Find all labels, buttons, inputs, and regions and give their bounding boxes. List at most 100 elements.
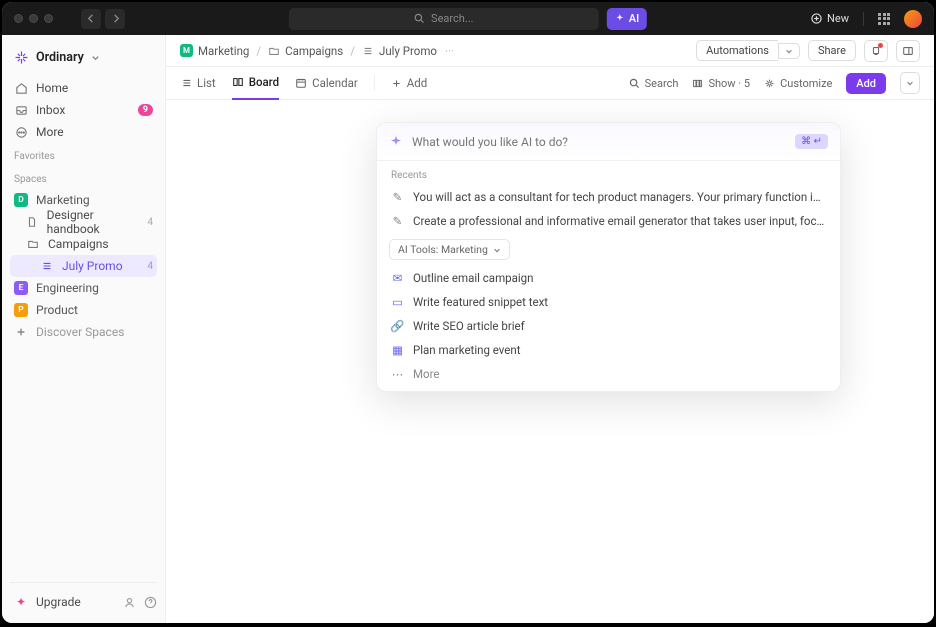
crumb-july-promo[interactable]: July Promo xyxy=(362,44,437,58)
tool-plan-event[interactable]: ▦Plan marketing event xyxy=(377,338,840,362)
spaces-heading: Spaces xyxy=(10,166,157,189)
recent-item-1[interactable]: ✎You will act as a consultant for tech p… xyxy=(377,185,840,209)
sidebar-inbox[interactable]: Inbox 9 xyxy=(10,99,157,121)
plus-circle-icon xyxy=(811,13,822,24)
add-view[interactable]: Add xyxy=(391,76,427,90)
sidebar-campaigns[interactable]: Campaigns xyxy=(10,233,157,255)
view-bar: List Board Calendar Add Search Show xyxy=(166,67,934,100)
inbox-badge: 9 xyxy=(138,104,153,116)
share-button[interactable]: Share xyxy=(808,40,856,61)
sparkle-icon xyxy=(389,135,403,149)
customize-button[interactable]: Customize xyxy=(764,77,832,90)
sidebar: Ordinary Home Inbox 9 More Favorites Spa… xyxy=(2,35,166,623)
workspace-logo-icon xyxy=(14,50,29,65)
notification-dot xyxy=(878,43,883,48)
show-columns[interactable]: Show · 5 xyxy=(692,77,750,90)
sidebar-home[interactable]: Home xyxy=(10,77,157,99)
crumb-campaigns[interactable]: Campaigns xyxy=(268,44,343,58)
help-icon[interactable] xyxy=(144,596,157,609)
columns-icon xyxy=(692,78,703,89)
discover-spaces[interactable]: Discover Spaces xyxy=(10,321,157,343)
plus-icon xyxy=(15,326,27,338)
search-icon xyxy=(629,78,640,89)
recent-item-2[interactable]: ✎Create a professional and informative e… xyxy=(377,209,840,233)
view-calendar[interactable]: Calendar xyxy=(295,76,358,90)
user-icon[interactable] xyxy=(123,596,136,609)
titlebar: Search... AI New xyxy=(2,2,934,35)
mail-icon: ✉ xyxy=(391,271,404,285)
gear-icon xyxy=(764,78,775,89)
view-board[interactable]: Board xyxy=(232,67,279,100)
nav-back[interactable] xyxy=(81,9,101,29)
panel-toggle[interactable] xyxy=(896,40,920,62)
search-input[interactable]: Search... xyxy=(289,8,599,30)
workspace-switcher[interactable]: Ordinary xyxy=(10,45,157,69)
plus-icon xyxy=(391,78,402,89)
automations-dropdown[interactable] xyxy=(778,43,800,59)
search-placeholder: Search... xyxy=(431,12,474,25)
ai-prompt-input[interactable] xyxy=(412,135,786,149)
ai-panel: ⌘ ↵ Recents ✎You will act as a consultan… xyxy=(376,122,841,392)
calendar-view-icon xyxy=(295,77,307,89)
breadcrumb-bar: M Marketing / Campaigns / July Promo ···… xyxy=(166,35,934,67)
inbox-icon xyxy=(15,104,28,117)
product-space-icon: P xyxy=(14,303,28,317)
automations-button[interactable]: Automations xyxy=(696,40,778,61)
add-dropdown[interactable] xyxy=(900,72,920,94)
space-engineering[interactable]: E Engineering xyxy=(10,277,157,299)
sidebar-july-promo[interactable]: July Promo 4 xyxy=(10,255,157,277)
marketing-icon: M xyxy=(180,44,193,57)
ai-button[interactable]: AI xyxy=(607,8,647,30)
ai-input-row: ⌘ ↵ xyxy=(377,123,840,161)
shortcut-hint: ⌘ ↵ xyxy=(795,134,828,149)
tool-seo-brief[interactable]: 🔗Write SEO article brief xyxy=(377,314,840,338)
pencil-icon: ✎ xyxy=(391,214,404,228)
more-tools[interactable]: ⋯More xyxy=(377,362,840,391)
board-view-icon xyxy=(232,76,244,88)
view-list[interactable]: List xyxy=(180,76,216,90)
window-controls xyxy=(14,14,53,23)
nav-forward[interactable] xyxy=(105,9,125,29)
sidebar-designer-handbook[interactable]: Designer handbook 4 xyxy=(10,211,157,233)
min-dot[interactable] xyxy=(29,14,38,23)
home-icon xyxy=(15,82,28,95)
folder-icon xyxy=(268,45,280,57)
doc-icon xyxy=(26,216,38,228)
sidebar-icon xyxy=(902,45,914,57)
chevron-down-icon xyxy=(906,79,914,87)
upgrade-button[interactable]: ✦ Upgrade xyxy=(10,591,115,613)
new-button[interactable]: New xyxy=(811,12,849,25)
search-view[interactable]: Search xyxy=(629,77,679,90)
search-icon xyxy=(414,13,425,24)
tool-featured-snippet[interactable]: ▭Write featured snippet text xyxy=(377,290,840,314)
more-icon xyxy=(15,126,28,139)
marketing-space-icon: D xyxy=(14,193,28,207)
pencil-icon: ✎ xyxy=(391,190,404,204)
engineering-space-icon: E xyxy=(14,281,28,295)
more-icon[interactable]: ··· xyxy=(445,44,454,58)
sidebar-more[interactable]: More xyxy=(10,121,157,143)
crumb-marketing[interactable]: M Marketing xyxy=(180,44,249,58)
chevron-down-icon xyxy=(91,53,100,62)
avatar[interactable] xyxy=(904,10,922,28)
tool-outline-email[interactable]: ✉Outline email campaign xyxy=(377,266,840,290)
close-dot[interactable] xyxy=(14,14,23,23)
sparkle-icon xyxy=(615,14,625,24)
add-button[interactable]: Add xyxy=(846,73,886,94)
chevron-down-icon xyxy=(493,246,501,254)
card-icon: ▭ xyxy=(391,295,404,309)
list-view-icon xyxy=(180,77,192,89)
canvas: ⌘ ↵ Recents ✎You will act as a consultan… xyxy=(166,100,934,623)
link-icon: 🔗 xyxy=(391,319,404,333)
apps-icon[interactable] xyxy=(878,13,890,25)
max-dot[interactable] xyxy=(44,14,53,23)
notifications-button[interactable] xyxy=(864,40,888,62)
space-product[interactable]: P Product xyxy=(10,299,157,321)
favorites-heading: Favorites xyxy=(10,143,157,166)
list-icon xyxy=(362,45,374,57)
calendar-icon: ▦ xyxy=(391,343,404,357)
dots-icon: ⋯ xyxy=(391,367,404,381)
chevron-down-icon xyxy=(785,47,793,55)
recents-heading: Recents xyxy=(377,161,840,185)
ai-tools-chip[interactable]: AI Tools: Marketing xyxy=(389,239,510,260)
